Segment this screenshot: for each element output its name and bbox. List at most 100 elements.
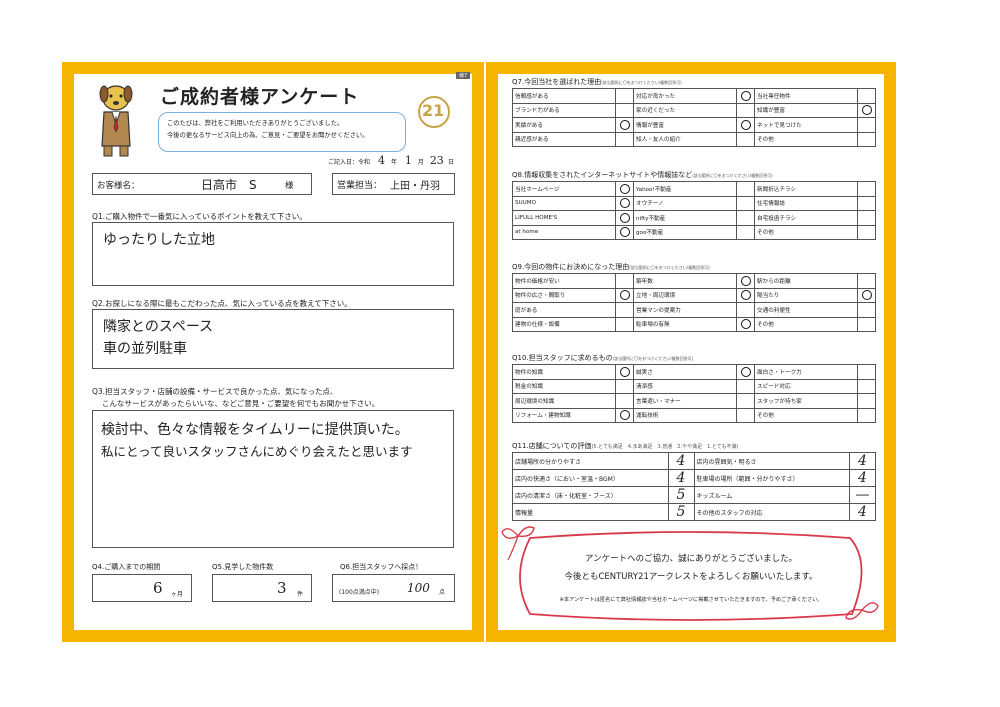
option-checkbox[interactable] <box>857 131 876 147</box>
option-label: 知人・友人の紹介 <box>633 131 737 147</box>
option-checkbox[interactable] <box>857 316 876 332</box>
q8-label: Q8.情報収集をされたインターネットサイトや情報誌など(該当箇所に〇をおつけくだ… <box>512 170 773 180</box>
option-checkbox[interactable] <box>615 287 634 303</box>
option-label: その他 <box>754 316 858 332</box>
option-checkbox[interactable] <box>736 117 755 133</box>
circle-mark-icon <box>740 119 751 130</box>
option-checkbox[interactable] <box>736 195 755 211</box>
option-checkbox[interactable] <box>857 117 876 133</box>
option-checkbox[interactable] <box>615 316 634 332</box>
option-label: 信頼感がある <box>512 88 616 104</box>
rating-score[interactable]: 4 <box>667 452 695 470</box>
option-checkbox[interactable] <box>736 88 755 104</box>
option-checkbox[interactable] <box>736 287 755 303</box>
q10-table: 物件の知識 誠実さ 面白さ・トーク力 税金の知識 清潔感 スピード対応 周辺環境の知識 言葉遣… <box>512 364 876 423</box>
form-tag: 様7 <box>456 72 471 79</box>
option-checkbox[interactable] <box>615 195 634 211</box>
q2-answer-1: 隣家とのスペース <box>103 319 214 335</box>
option-checkbox[interactable] <box>857 88 876 104</box>
date-day-unit: 日 <box>447 159 454 166</box>
option-label: 誠実さ <box>633 364 737 380</box>
option-checkbox[interactable] <box>736 393 755 409</box>
staff-box: 営業担当： 上田・丹羽 <box>332 173 455 195</box>
q5-box: 3 件 <box>212 574 312 602</box>
option-label: 言葉遣い・マナー <box>633 393 737 409</box>
option-checkbox[interactable] <box>615 302 634 318</box>
option-label: LIFULL HOME'S <box>512 210 616 226</box>
staff-label: 営業担当： <box>337 181 383 191</box>
option-checkbox[interactable] <box>857 102 876 118</box>
option-checkbox[interactable] <box>615 393 634 409</box>
q2-label: Q2.お探しになる際に最もこだわった点、気に入っている点を教えて下さい。 <box>92 299 352 308</box>
table-row: 店内の清潔さ（床・化粧室・ブース） 5 キッズルーム — <box>512 486 876 504</box>
option-label: スピード対応 <box>754 378 858 394</box>
option-checkbox[interactable] <box>615 88 634 104</box>
option-label: 清潔感 <box>633 378 737 394</box>
table-row: at home goo不動産 その他 <box>512 224 876 240</box>
option-checkbox[interactable] <box>615 407 634 423</box>
table-row: 親近感がある 知人・友人の紹介 その他 <box>512 131 876 147</box>
option-checkbox[interactable] <box>857 224 876 240</box>
option-label: その他 <box>754 131 858 147</box>
q7-table: 信頼感がある 対応が良かった 当社専任物件 ブランド力がある 家の近くだった 知識が豊富実… <box>512 88 876 147</box>
option-checkbox[interactable] <box>736 181 755 197</box>
option-label: 駅からの距離 <box>754 273 858 289</box>
option-checkbox[interactable] <box>736 378 755 394</box>
option-checkbox[interactable] <box>615 117 634 133</box>
q3-label-2: こんなサービスがあったらいいな、などご意見・ご要望を何でもお聞かせ下さい。 <box>102 399 380 408</box>
option-checkbox[interactable] <box>857 302 876 318</box>
option-checkbox[interactable] <box>615 210 634 226</box>
option-checkbox[interactable] <box>615 181 634 197</box>
rating-score[interactable]: — <box>849 486 876 504</box>
option-label: Yahoo!不動産 <box>633 181 737 197</box>
intro-line-2: 今後の更なるサービス向上の為、ご意見・ご要望をお聞かせください。 <box>167 132 369 139</box>
option-checkbox[interactable] <box>857 181 876 197</box>
option-checkbox[interactable] <box>857 195 876 211</box>
option-checkbox[interactable] <box>736 210 755 226</box>
option-checkbox[interactable] <box>857 210 876 226</box>
option-label: 物件の広さ・間取り <box>512 287 616 303</box>
option-checkbox[interactable] <box>857 393 876 409</box>
option-label: ネットで見つけた <box>754 117 858 133</box>
rating-score[interactable]: 5 <box>667 486 695 504</box>
survey-title: ご成約者様アンケート <box>160 86 360 108</box>
circle-mark-icon <box>619 290 630 301</box>
option-label: ブランド力がある <box>512 102 616 118</box>
q10-label: Q10.担当スタッフに求めるもの(該当箇所に〇をおつけください/複数回答可) <box>512 353 693 363</box>
table-row: LIFULL HOME'S nifty不動産 自宅投函チラシ <box>512 210 876 226</box>
option-checkbox[interactable] <box>736 302 755 318</box>
option-checkbox[interactable] <box>736 102 755 118</box>
option-label: 親近感がある <box>512 131 616 147</box>
table-row: 税金の知識 清潔感 スピード対応 <box>512 378 876 394</box>
rating-score[interactable]: 4 <box>667 469 695 487</box>
option-checkbox[interactable] <box>857 273 876 289</box>
option-checkbox[interactable] <box>857 364 876 380</box>
option-checkbox[interactable] <box>736 131 755 147</box>
option-checkbox[interactable] <box>615 378 634 394</box>
option-checkbox[interactable] <box>857 407 876 423</box>
q9-note: (該当箇所に〇をおつけください/複数回答可) <box>629 265 710 270</box>
rating-score[interactable]: 4 <box>849 452 876 470</box>
option-label: 税金の知識 <box>512 378 616 394</box>
q3-answer-1: 検討中、色々な情報をタイムリーに提供頂いた。 <box>101 422 409 438</box>
option-checkbox[interactable] <box>615 102 634 118</box>
option-checkbox[interactable] <box>615 224 634 240</box>
option-checkbox[interactable] <box>736 224 755 240</box>
q7-note: (該当箇所に〇をおつけください/複数回答可) <box>601 80 682 85</box>
option-checkbox[interactable] <box>615 364 634 380</box>
option-checkbox[interactable] <box>857 287 876 303</box>
option-checkbox[interactable] <box>736 273 755 289</box>
option-checkbox[interactable] <box>736 316 755 332</box>
q3-answer-2: 私にとって良いスタッフさんにめぐり会えたと思います <box>101 444 413 459</box>
option-checkbox[interactable] <box>736 407 755 423</box>
circle-mark-icon <box>619 227 630 238</box>
century21-logo-text: 21 <box>422 101 445 120</box>
q6-unit: 点 <box>439 589 446 596</box>
option-checkbox[interactable] <box>857 378 876 394</box>
option-checkbox[interactable] <box>615 131 634 147</box>
rating-score[interactable]: 4 <box>849 469 876 487</box>
option-checkbox[interactable] <box>615 273 634 289</box>
rating-item: 店舗場所の分かりやすさ <box>512 452 669 470</box>
option-checkbox[interactable] <box>736 364 755 380</box>
q7-title: Q7.今回当社を選ばれた理由 <box>512 78 602 86</box>
